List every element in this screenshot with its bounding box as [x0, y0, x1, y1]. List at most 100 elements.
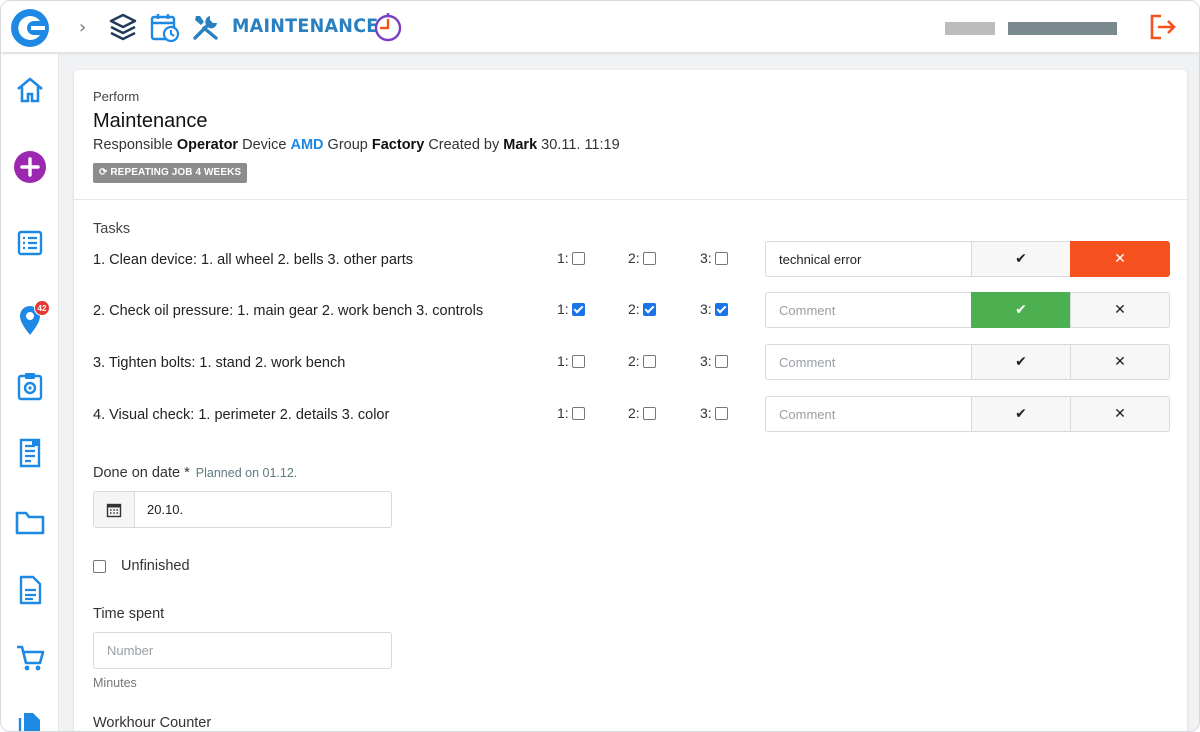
task-check-3[interactable]: 3: — [700, 250, 731, 266]
task-check-3[interactable]: 3: — [700, 353, 731, 369]
layers-icon[interactable] — [107, 11, 139, 43]
done-on-date-label: Done on date * Planned on 01.12. — [93, 465, 297, 481]
task-check-2[interactable]: 2: — [628, 353, 659, 369]
folder-icon — [15, 511, 45, 535]
sidebar-item-orders[interactable] — [12, 640, 48, 676]
task-ok-button[interactable]: ✔ — [971, 396, 1071, 432]
task-fail-button[interactable]: ✕ — [1070, 241, 1170, 277]
sidebar-item-maintenance[interactable] — [12, 368, 48, 404]
unfinished-checkbox[interactable] — [93, 559, 106, 573]
created-by-value: Mark — [503, 137, 538, 153]
sidebar-item-locations[interactable]: 42 — [12, 300, 50, 338]
comment-input[interactable]: Comment — [765, 396, 972, 432]
checkbox[interactable] — [714, 406, 728, 420]
task-check-2[interactable]: 2: — [628, 301, 659, 317]
group-value: Factory — [371, 137, 425, 153]
sidebar-item-add[interactable] — [12, 149, 48, 185]
calendar-clock-icon[interactable] — [148, 11, 180, 43]
task-check-3[interactable]: 3: — [700, 301, 731, 317]
task-fail-button[interactable]: ✕ — [1070, 396, 1170, 432]
time-spent-input[interactable]: Number — [93, 632, 392, 669]
check-label: 2: — [628, 353, 640, 369]
user-company-placeholder — [1008, 22, 1117, 35]
task-ok-button[interactable]: ✔ — [971, 344, 1071, 380]
comment-input[interactable]: Comment — [765, 292, 972, 328]
task-ok-button[interactable]: ✔ — [971, 241, 1071, 277]
tasks-label: Tasks — [93, 221, 131, 237]
done-date-field: 20.10. — [93, 491, 392, 528]
task-check-2[interactable]: 2: — [628, 405, 659, 421]
app-window: › MAINTENANCE 42 Perform Maintenance Res… — [0, 0, 1200, 732]
job-header: Perform Maintenance Responsible Operator… — [74, 70, 1187, 200]
checkbox[interactable] — [571, 251, 585, 265]
home-icon — [17, 77, 43, 103]
unfinished-label: Unfinished — [121, 558, 190, 574]
checkbox[interactable] — [642, 251, 656, 265]
check-label: 2: — [628, 250, 640, 266]
unfinished-checkbox-row[interactable]: Unfinished — [93, 558, 190, 574]
notification-badge: 42 — [34, 300, 50, 316]
done-date-input[interactable]: 20.10. — [135, 492, 391, 527]
timer-icon[interactable] — [372, 11, 404, 43]
task-check-1[interactable]: 1: — [557, 301, 588, 317]
checkbox-checked[interactable] — [714, 302, 728, 316]
task-check-3[interactable]: 3: — [700, 405, 731, 421]
maintenance-card: Perform Maintenance Responsible Operator… — [74, 70, 1187, 731]
job-title: Maintenance — [93, 110, 208, 132]
comment-input[interactable]: technical error — [765, 241, 972, 277]
sidebar-item-list[interactable] — [12, 225, 48, 261]
group-label: Group — [327, 137, 368, 153]
logout-icon[interactable] — [1147, 11, 1179, 43]
task-row: 3. Tighten bolts: 1. stand 2. work bench… — [74, 344, 1187, 380]
list-icon — [17, 230, 43, 256]
settings-clipboard-icon — [17, 373, 43, 401]
task-ok-button[interactable]: ✔ — [971, 292, 1071, 328]
device-link[interactable]: AMD — [290, 137, 323, 153]
created-by-label: Created by — [428, 137, 500, 153]
checkbox[interactable] — [571, 354, 585, 368]
sidebar: 42 — [1, 54, 59, 731]
checkbox-checked[interactable] — [642, 302, 656, 316]
task-check-2[interactable]: 2: — [628, 250, 659, 266]
app-logo-icon[interactable] — [9, 7, 51, 49]
check-label: 1: — [557, 405, 569, 421]
sidebar-item-documents[interactable] — [12, 572, 48, 608]
checkbox-checked[interactable] — [571, 302, 585, 316]
comment-input[interactable]: Comment — [765, 344, 972, 380]
device-label: Device — [242, 137, 287, 153]
perform-label: Perform — [93, 89, 140, 104]
checkbox[interactable] — [714, 251, 728, 265]
task-row: 2. Check oil pressure: 1. main gear 2. w… — [74, 292, 1187, 328]
task-check-1[interactable]: 1: — [557, 353, 588, 369]
check-label: 2: — [628, 405, 640, 421]
top-bar: › MAINTENANCE — [1, 1, 1199, 53]
checkbox[interactable] — [714, 354, 728, 368]
check-label: 3: — [700, 405, 712, 421]
task-fail-button[interactable]: ✕ — [1070, 292, 1170, 328]
task-check-1[interactable]: 1: — [557, 250, 588, 266]
task-text: 4. Visual check: 1. perimeter 2. details… — [93, 407, 390, 423]
time-spent-label: Time spent — [93, 606, 165, 622]
document-icon — [19, 575, 42, 605]
checkbox[interactable] — [571, 406, 585, 420]
task-text: 2. Check oil pressure: 1. main gear 2. w… — [93, 303, 484, 319]
check-label: 1: — [557, 301, 569, 317]
sidebar-item-home[interactable] — [12, 72, 48, 108]
check-label: 1: — [557, 353, 569, 369]
task-check-1[interactable]: 1: — [557, 405, 588, 421]
workhour-counter-label: Workhour Counter — [93, 715, 212, 731]
check-label: 3: — [700, 301, 712, 317]
page-title: MAINTENANCE — [232, 15, 379, 37]
task-fail-button[interactable]: ✕ — [1070, 344, 1170, 380]
check-label: 1: — [557, 250, 569, 266]
calendar-button[interactable] — [94, 492, 135, 527]
sidebar-item-receipts[interactable] — [12, 435, 48, 471]
repeat-badge: ⟳ REPEATING JOB 4 WEEKS — [93, 163, 248, 183]
checkbox[interactable] — [642, 406, 656, 420]
checkbox[interactable] — [642, 354, 656, 368]
task-text: 3. Tighten bolts: 1. stand 2. work bench — [93, 355, 346, 371]
user-name-placeholder — [945, 22, 995, 35]
sidebar-item-files[interactable] — [12, 706, 48, 731]
tools-icon — [193, 16, 218, 40]
sidebar-item-folders[interactable] — [12, 504, 48, 540]
